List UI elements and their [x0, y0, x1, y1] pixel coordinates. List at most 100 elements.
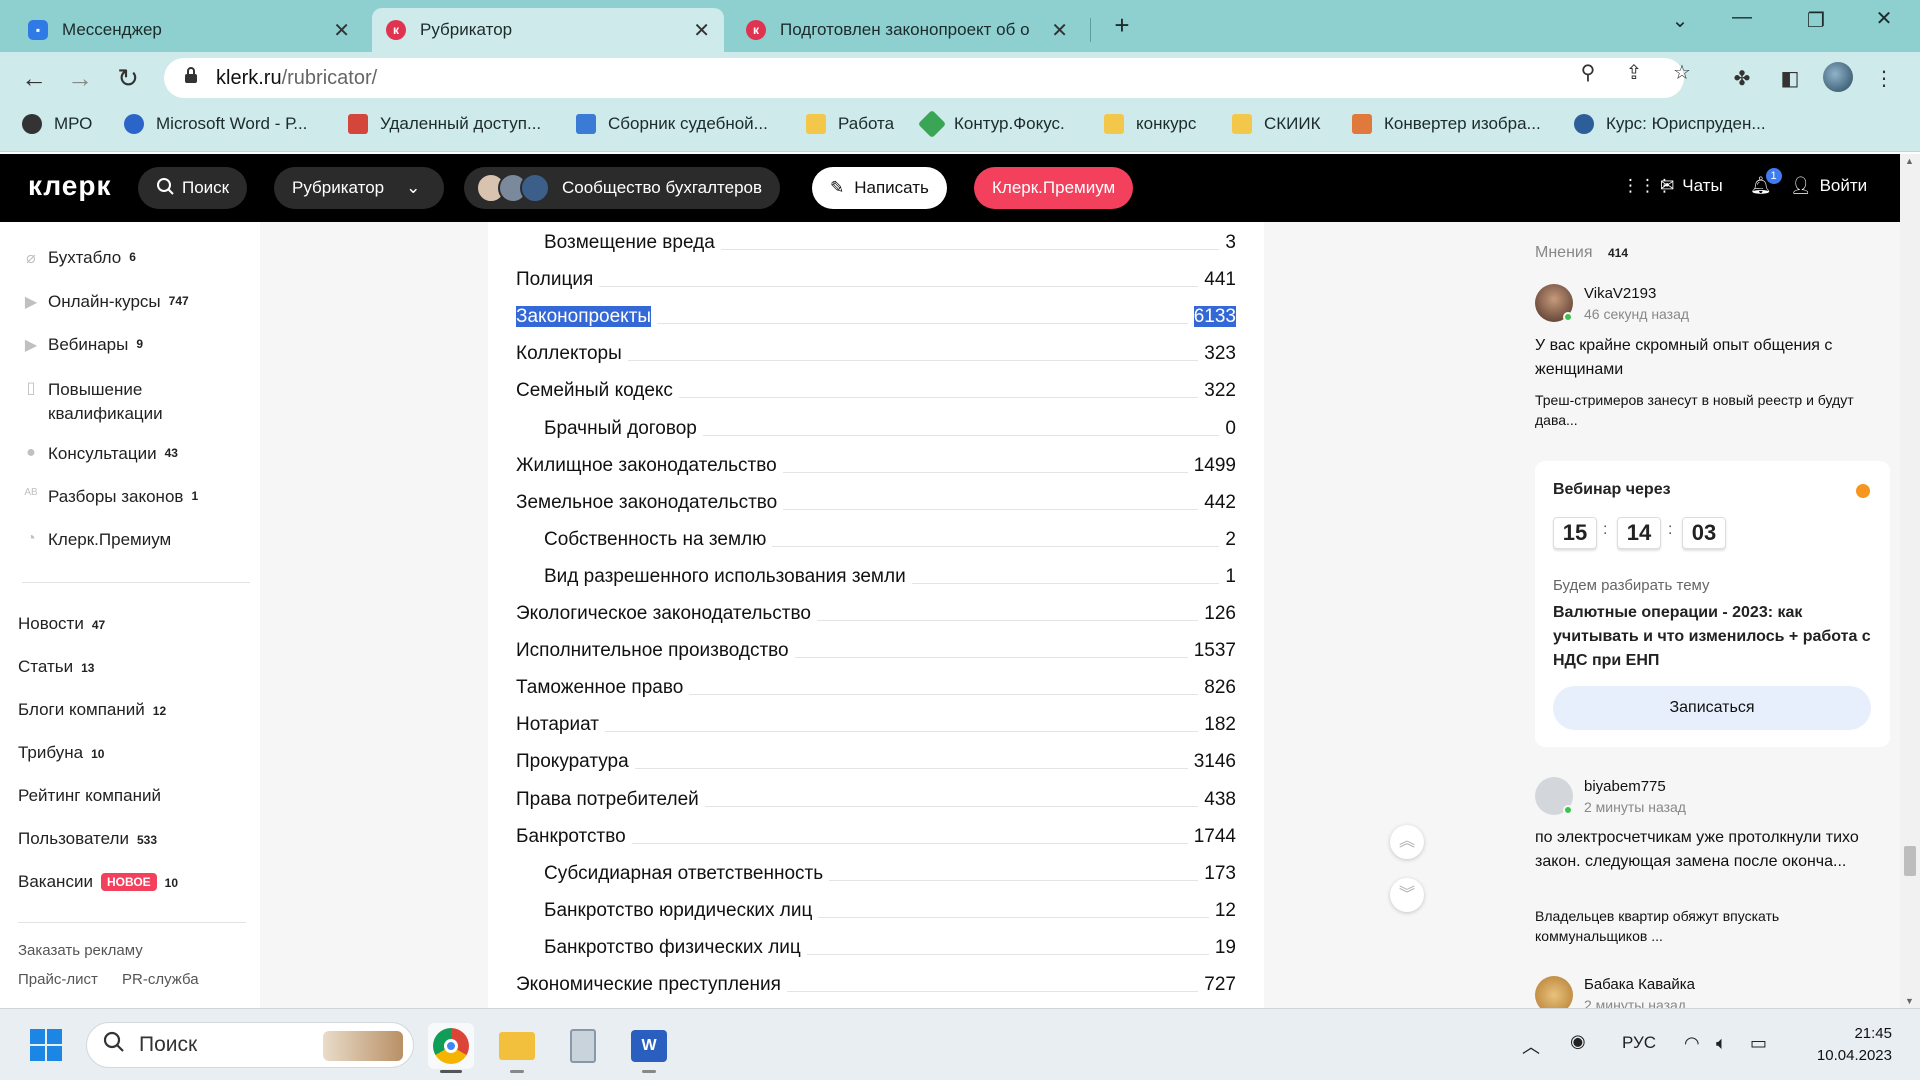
rubric-label[interactable]: Банкротство юридических лиц	[516, 899, 819, 922]
bookmark-item[interactable]: Конвертер изобра...	[1352, 114, 1541, 134]
rubric-label[interactable]: Экономические преступления	[516, 974, 787, 996]
rubricator-dropdown[interactable]: Рубрикатор ⌄	[274, 167, 444, 209]
rubric-row[interactable]: Права потребителей 438	[516, 781, 1236, 811]
bookmark-item[interactable]: Microsoft Word - Р...	[124, 114, 307, 134]
rubric-label[interactable]: Жилищное законодательство	[516, 454, 783, 477]
close-icon[interactable]: ✕	[333, 18, 350, 43]
bookmark-item[interactable]: Контур.Фокус.	[917, 109, 1065, 139]
rubric-row[interactable]: Экономические преступления 727	[516, 966, 1236, 996]
bookmark-item[interactable]: Курс: Юриспруден...	[1574, 114, 1766, 134]
window-close-icon[interactable]: ✕	[1864, 6, 1904, 31]
bookmark-star-icon[interactable]: ☆	[1666, 60, 1698, 85]
rubric-label[interactable]: Собственность на землю	[516, 528, 773, 551]
rubric-row[interactable]: Экологическое законодательство 126	[516, 595, 1236, 625]
tab-rubricator[interactable]: к Рубрикатор ✕	[372, 8, 724, 52]
sidebar-item-buhtablo[interactable]: ⌀ Бухтабло 6	[22, 248, 136, 268]
chats-link[interactable]: ✉ Чаты	[1660, 176, 1723, 196]
rubric-label[interactable]: Субсидиарная ответственность	[516, 862, 830, 885]
rubric-row[interactable]: Семейный кодекс 322	[516, 372, 1236, 403]
comment-author[interactable]: VikaV2193	[1584, 285, 1656, 302]
sidebar-item-qualification[interactable]: ▯ Повышение квалификации	[22, 378, 163, 426]
comment-article-link[interactable]: Владельцев квартир обяжут впускать комму…	[1535, 906, 1885, 946]
rubric-row[interactable]: Полиция 441	[516, 261, 1236, 292]
tab-search-chevron-icon[interactable]: ⌄	[1660, 8, 1700, 33]
rubric-row[interactable]: Законопроекты 6133	[516, 298, 1236, 329]
avatar[interactable]	[1535, 976, 1573, 1008]
comment-text[interactable]: по электросчетчикам уже протолкнули тихо…	[1535, 826, 1885, 874]
extensions-icon[interactable]: ✤	[1726, 66, 1758, 91]
scroll-up-arrow-icon[interactable]: ▲	[1905, 156, 1914, 166]
rubric-label[interactable]: Законопроекты	[516, 306, 658, 329]
rubric-row[interactable]: Прокуратура 3146	[516, 743, 1236, 774]
sidebar-item-webinars[interactable]: ▶ Вебинары 9	[22, 335, 143, 355]
close-icon[interactable]: ✕	[693, 18, 710, 43]
sidebar-item-premium[interactable]: ◔ Клерк.Премиум	[22, 530, 171, 550]
rubric-label[interactable]: Брачный договор	[516, 417, 703, 440]
windows-start-icon[interactable]	[30, 1029, 62, 1061]
sidebar-item-tribune[interactable]: Трибуна 10	[18, 743, 104, 763]
rubric-label[interactable]: Семейный кодекс	[516, 380, 679, 403]
signup-button[interactable]: Записаться	[1553, 686, 1871, 730]
profile-avatar[interactable]	[1822, 62, 1854, 98]
bookmark-item[interactable]: МРО	[22, 114, 92, 134]
rubric-label[interactable]: Земельное законодательство	[516, 491, 784, 514]
rubric-row[interactable]: Собственность на землю 2	[516, 521, 1236, 551]
rubric-label[interactable]: Нотариат	[516, 714, 605, 737]
scroll-down-button[interactable]: ︾	[1390, 878, 1424, 912]
rubric-label[interactable]: Коллекторы	[516, 343, 628, 366]
minimize-icon[interactable]: —	[1722, 6, 1762, 29]
restore-icon[interactable]: ❐	[1796, 8, 1836, 33]
rubric-row[interactable]: Банкротство физических лиц 19	[516, 929, 1236, 959]
browser-menu-icon[interactable]: ⋮	[1868, 66, 1900, 91]
rubric-label[interactable]: Прокуратура	[516, 751, 635, 774]
taskbar-calculator[interactable]	[560, 1023, 606, 1069]
rubric-label[interactable]: Возмещение вреда	[516, 232, 721, 254]
tray-overflow-chevron-icon[interactable]: ︿	[1522, 1033, 1540, 1059]
rubric-row[interactable]: Брачный договор 0	[516, 410, 1236, 440]
close-icon[interactable]: ✕	[1051, 18, 1068, 43]
volume-icon[interactable]: 🔈︎	[1716, 1033, 1727, 1054]
rubric-label[interactable]: Банкротство	[516, 825, 632, 848]
new-tab-button[interactable]: +	[1102, 10, 1142, 41]
scroll-up-button[interactable]: ︽	[1390, 825, 1424, 859]
rubric-label[interactable]: Таможенное право	[516, 677, 690, 700]
bookmark-item[interactable]: Удаленный доступ...	[348, 114, 541, 134]
share-icon[interactable]: ⇪	[1618, 60, 1650, 85]
webinar-topic[interactable]: Валютные операции - 2023: как учитывать …	[1553, 601, 1878, 673]
rubric-row[interactable]: Возмещение вреда 3	[516, 224, 1236, 254]
page-scrollbar[interactable]: ▲ ▼	[1900, 154, 1920, 1008]
taskbar-chrome[interactable]	[428, 1023, 474, 1073]
tab-bill-article[interactable]: к Подготовлен законопроект об о ✕	[732, 8, 1082, 52]
reload-icon[interactable]: ↻	[110, 62, 146, 94]
scroll-down-arrow-icon[interactable]: ▼	[1905, 996, 1914, 1006]
sidebar-item-users[interactable]: Пользователи 533	[18, 829, 157, 849]
side-panel-icon[interactable]: ◧	[1774, 66, 1806, 91]
steam-icon[interactable]: ◉	[1570, 1031, 1586, 1052]
bookmark-item[interactable]: СКИИК	[1232, 114, 1321, 134]
premium-button[interactable]: Клерк.Премиум	[974, 167, 1134, 209]
comment-author[interactable]: biyabem775	[1584, 778, 1666, 795]
rubric-row[interactable]: Исполнительное производство 1537	[516, 632, 1236, 663]
sidebar-item-law-reviews[interactable]: AB Разборы законов 1	[22, 487, 198, 507]
bookmark-item[interactable]: Работа	[806, 114, 894, 134]
sidebar-item-articles[interactable]: Статьи 13	[18, 657, 94, 677]
sidebar-item-company-blogs[interactable]: Блоги компаний 12	[18, 700, 166, 720]
sidebar-item-news[interactable]: Новости 47	[18, 614, 105, 634]
taskbar-clock[interactable]: 21:45 10.04.2023	[1800, 1023, 1892, 1067]
zoom-icon[interactable]: ⚲	[1572, 60, 1604, 85]
sidebar-item-company-rating[interactable]: Рейтинг компаний	[18, 786, 161, 806]
notifications-bell[interactable]: 🔔︎ 1	[1750, 168, 1782, 196]
wifi-icon[interactable]: ◠	[1684, 1033, 1700, 1054]
taskbar-search[interactable]: Поиск	[86, 1022, 414, 1068]
taskbar-word[interactable]: W	[626, 1023, 672, 1073]
login-link[interactable]: 👤︎ Войти	[1790, 176, 1867, 196]
rubric-label[interactable]: Права потребителей	[516, 788, 705, 811]
price-list-link[interactable]: Прайс-лист	[18, 971, 98, 988]
rubric-row[interactable]: Коллекторы 323	[516, 335, 1236, 366]
rubric-row[interactable]: Жилищное законодательство 1499	[516, 447, 1236, 477]
address-bar[interactable]: klerk.ru/rubricator/	[164, 58, 1684, 98]
bookmark-item[interactable]: Сборник судебной...	[576, 114, 768, 134]
write-button[interactable]: ✎ Написать	[812, 167, 947, 209]
comment-article-link[interactable]: Треш-стримеров занесут в новый реестр и …	[1535, 390, 1885, 430]
sidebar-item-vacancies[interactable]: Вакансии НОВОЕ 10	[18, 872, 178, 892]
